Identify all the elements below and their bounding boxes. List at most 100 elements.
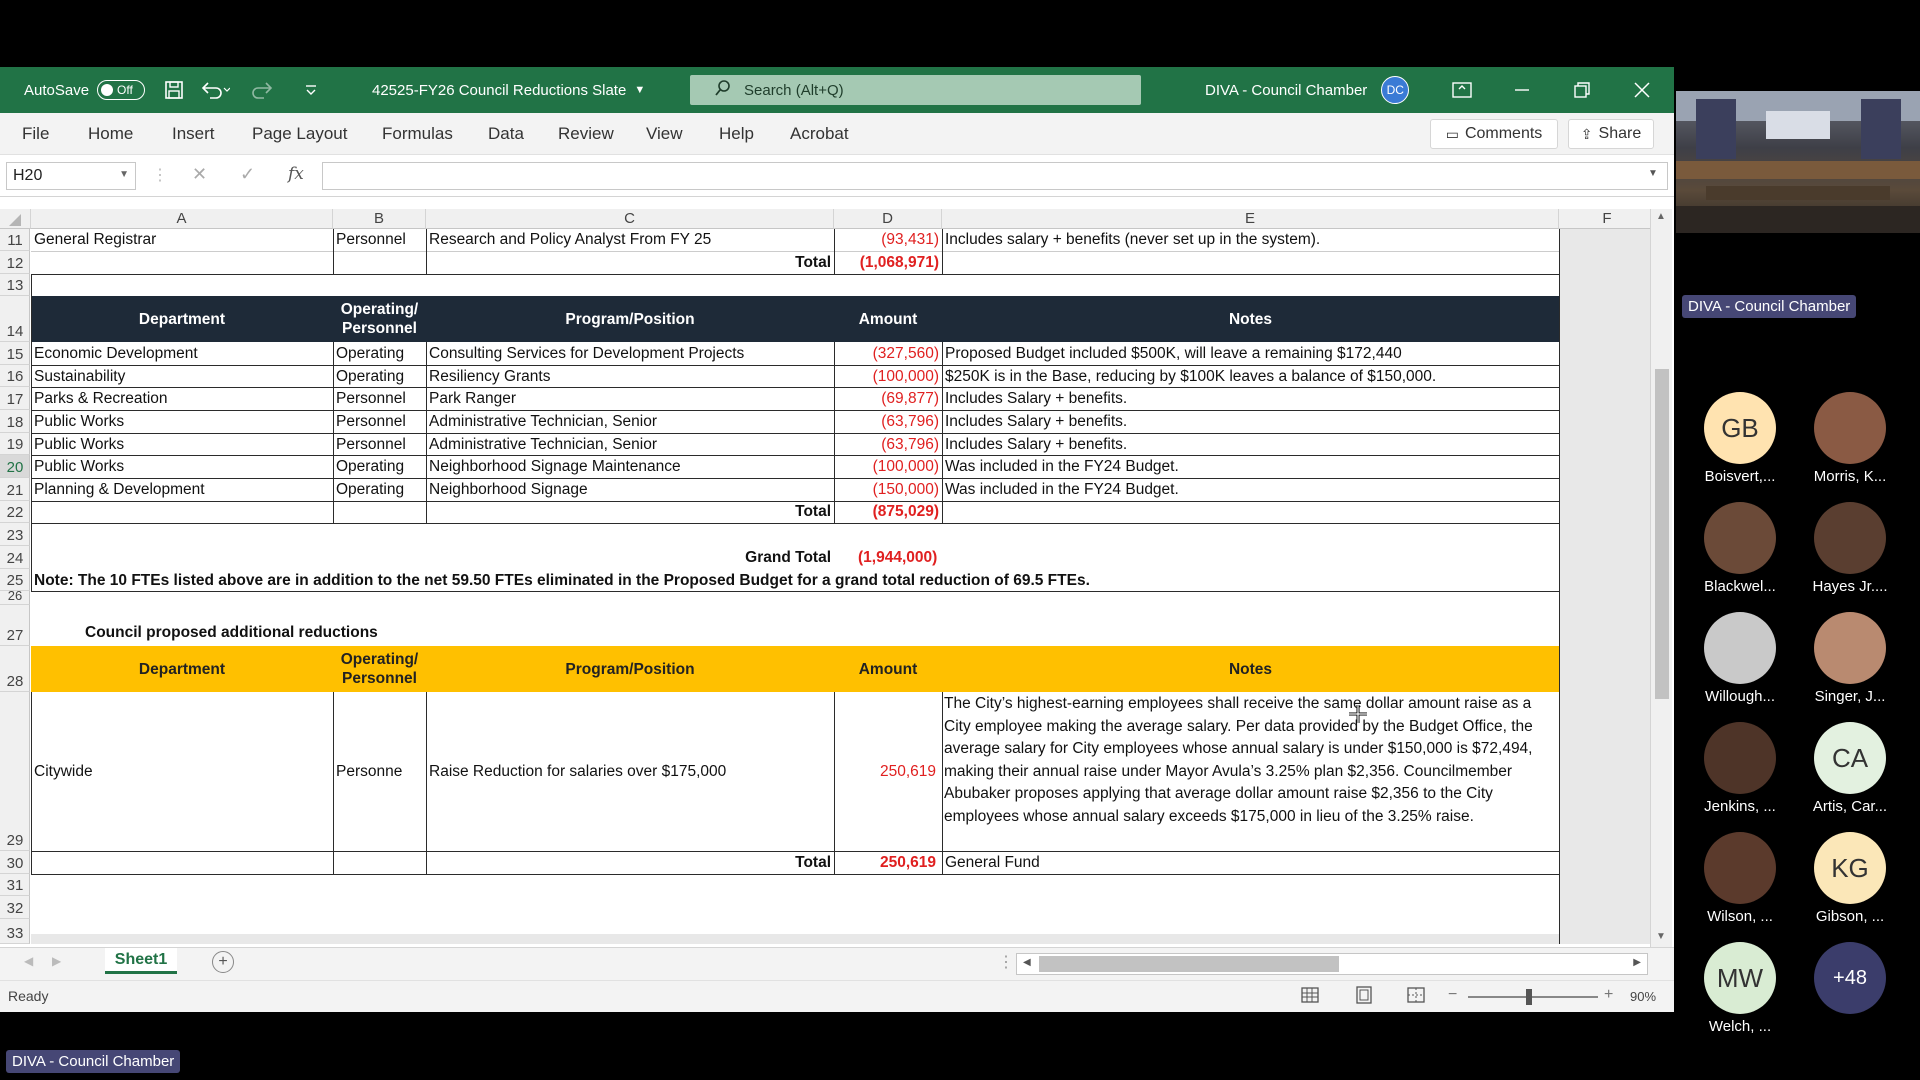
tab-home[interactable]: Home (88, 113, 133, 155)
cell-a29[interactable]: Citywide (31, 761, 333, 783)
row-header[interactable]: 33 (0, 919, 30, 944)
enter-icon[interactable]: ✓ (240, 164, 255, 185)
sheet-tab-sheet1[interactable]: Sheet1 (105, 948, 177, 974)
section-title[interactable]: Council proposed additional reductions (82, 622, 482, 644)
row-header[interactable]: 23 (0, 523, 30, 546)
cell-c17[interactable]: Park Ranger (426, 388, 834, 410)
row-header[interactable]: 19 (0, 433, 30, 455)
cell-e21[interactable]: Was included in the FY24 Budget. (942, 479, 1559, 501)
zoom-in-icon[interactable]: + (1604, 986, 1613, 1004)
zoom-level[interactable]: 90% (1630, 989, 1656, 1004)
select-all-corner[interactable] (0, 209, 31, 229)
cell-b11[interactable]: Personnel (333, 229, 426, 251)
customize-qat-icon[interactable] (304, 67, 318, 113)
cell-c16[interactable]: Resiliency Grants (426, 366, 834, 388)
comments-button[interactable]: ▭ Comments (1430, 119, 1558, 149)
cell-e20[interactable]: Was included in the FY24 Budget. (942, 456, 1559, 478)
cell-c12[interactable]: Total (426, 252, 834, 274)
cell-e15[interactable]: Proposed Budget included $500K, will lea… (942, 343, 1559, 365)
participant-tile[interactable]: Wilson, ... (1685, 832, 1795, 942)
redo-icon[interactable] (250, 67, 280, 113)
cell-d21[interactable]: (150,000) (834, 479, 942, 501)
formula-input[interactable] (322, 162, 1668, 190)
cell-b15[interactable]: Operating (333, 343, 426, 365)
prev-sheet-icon[interactable]: ◀ (24, 954, 33, 968)
row-header[interactable]: 24 (0, 546, 30, 569)
cell-e11[interactable]: Includes salary + benefits (never set up… (942, 229, 1559, 251)
scroll-right-icon[interactable]: ▶ (1633, 957, 1641, 968)
cell-e19[interactable]: Includes Salary + benefits. (942, 434, 1559, 456)
row-header[interactable]: 11 (0, 229, 30, 251)
row-header[interactable]: 15 (0, 342, 30, 365)
row-header[interactable]: 29 (0, 692, 30, 851)
participant-tile[interactable]: Jenkins, ... (1685, 722, 1795, 832)
participant-tile[interactable]: Singer, J... (1795, 612, 1905, 722)
cell-b29[interactable]: Personne (333, 761, 426, 783)
cell-e17[interactable]: Includes Salary + benefits. (942, 388, 1559, 410)
cell-c15[interactable]: Consulting Services for Development Proj… (426, 343, 834, 365)
cell-c18[interactable]: Administrative Technician, Senior (426, 411, 834, 433)
tab-insert[interactable]: Insert (172, 113, 215, 155)
search-box[interactable]: Search (Alt+Q) (690, 75, 1141, 105)
cell-d30[interactable]: 250,619 (834, 852, 939, 874)
row-header[interactable]: 27 (0, 605, 30, 646)
horizontal-scrollbar[interactable]: ◀ ▶ (1016, 953, 1648, 975)
row-header[interactable]: 26 (0, 588, 30, 605)
cell-d18[interactable]: (63,796) (834, 411, 942, 433)
row-header[interactable]: 16 (0, 365, 30, 387)
column-header-c[interactable]: C (426, 209, 834, 229)
cell-b19[interactable]: Personnel (333, 434, 426, 456)
tab-review[interactable]: Review (558, 113, 614, 155)
row-header[interactable]: 13 (0, 274, 30, 296)
tab-page-layout[interactable]: Page Layout (252, 113, 347, 155)
row-header[interactable]: 30 (0, 851, 30, 874)
cell-d17[interactable]: (69,877) (834, 388, 942, 410)
add-sheet-icon[interactable]: + (212, 951, 234, 973)
save-icon[interactable] (164, 67, 184, 113)
zoom-out-icon[interactable]: − (1448, 986, 1457, 1004)
row-header[interactable]: 17 (0, 387, 30, 410)
spreadsheet-grid[interactable]: A B C D E F 11 12 13 14 15 16 17 18 19 2… (0, 209, 1650, 944)
column-header-a[interactable]: A (31, 209, 333, 229)
zoom-slider-thumb[interactable] (1526, 989, 1532, 1005)
autosave-control[interactable]: AutoSave Off (24, 67, 146, 113)
scroll-left-icon[interactable]: ◀ (1023, 957, 1031, 968)
cell-a16[interactable]: Sustainability (31, 366, 333, 388)
cell-a21[interactable]: Planning & Development (31, 479, 333, 501)
cell-d22[interactable]: (875,029) (834, 501, 942, 523)
tab-view[interactable]: View (646, 113, 683, 155)
normal-view-icon[interactable] (1300, 985, 1320, 1008)
participant-tile[interactable]: Hayes Jr.... (1795, 502, 1905, 612)
cell-e16[interactable]: $250K is in the Base, reducing by $100K … (942, 366, 1559, 388)
row-header-selected[interactable]: 20 (0, 455, 30, 478)
account-name[interactable]: DIVA - Council Chamber DC (1205, 67, 1410, 113)
cell-b18[interactable]: Personnel (333, 411, 426, 433)
cell-c30[interactable]: Total (426, 852, 834, 874)
cell-c22[interactable]: Total (426, 501, 834, 523)
file-title[interactable]: 42525-FY26 Council Reductions Slate ▼ (372, 67, 645, 113)
insert-function-icon[interactable]: fx (288, 164, 304, 184)
row-header[interactable]: 28 (0, 646, 30, 692)
expand-formula-icon[interactable]: ▼ (1648, 168, 1658, 179)
cell-e30[interactable]: General Fund (942, 852, 1559, 874)
row-header[interactable]: 31 (0, 874, 30, 896)
cell-b21[interactable]: Operating (333, 479, 426, 501)
cell-c29[interactable]: Raise Reduction for salaries over $175,0… (426, 761, 834, 783)
cell-a19[interactable]: Public Works (31, 434, 333, 456)
cell-a20[interactable]: Public Works (31, 456, 333, 478)
name-box[interactable]: H20 ▼ (6, 162, 136, 190)
cancel-icon[interactable]: ✕ (192, 164, 207, 185)
vertical-scrollbar[interactable]: ▲ ▼ (1650, 209, 1672, 947)
participant-tile[interactable]: Blackwel... (1685, 502, 1795, 612)
participant-tile[interactable]: MW Welch, ... (1685, 942, 1795, 1052)
row-header[interactable]: 14 (0, 296, 30, 342)
cell-a25[interactable]: Note: The 10 FTEs listed above are in ad… (31, 570, 1559, 592)
cell-c20[interactable]: Neighborhood Signage Maintenance (426, 456, 834, 478)
scroll-down-icon[interactable]: ▼ (1656, 931, 1666, 942)
cell-d19[interactable]: (63,796) (834, 434, 942, 456)
participant-tile[interactable]: CA Artis, Car... (1795, 722, 1905, 832)
account-avatar[interactable]: DC (1381, 76, 1410, 104)
page-break-view-icon[interactable] (1406, 985, 1426, 1008)
row-header[interactable]: 22 (0, 501, 30, 523)
horizontal-scroll-thumb[interactable] (1039, 956, 1339, 972)
